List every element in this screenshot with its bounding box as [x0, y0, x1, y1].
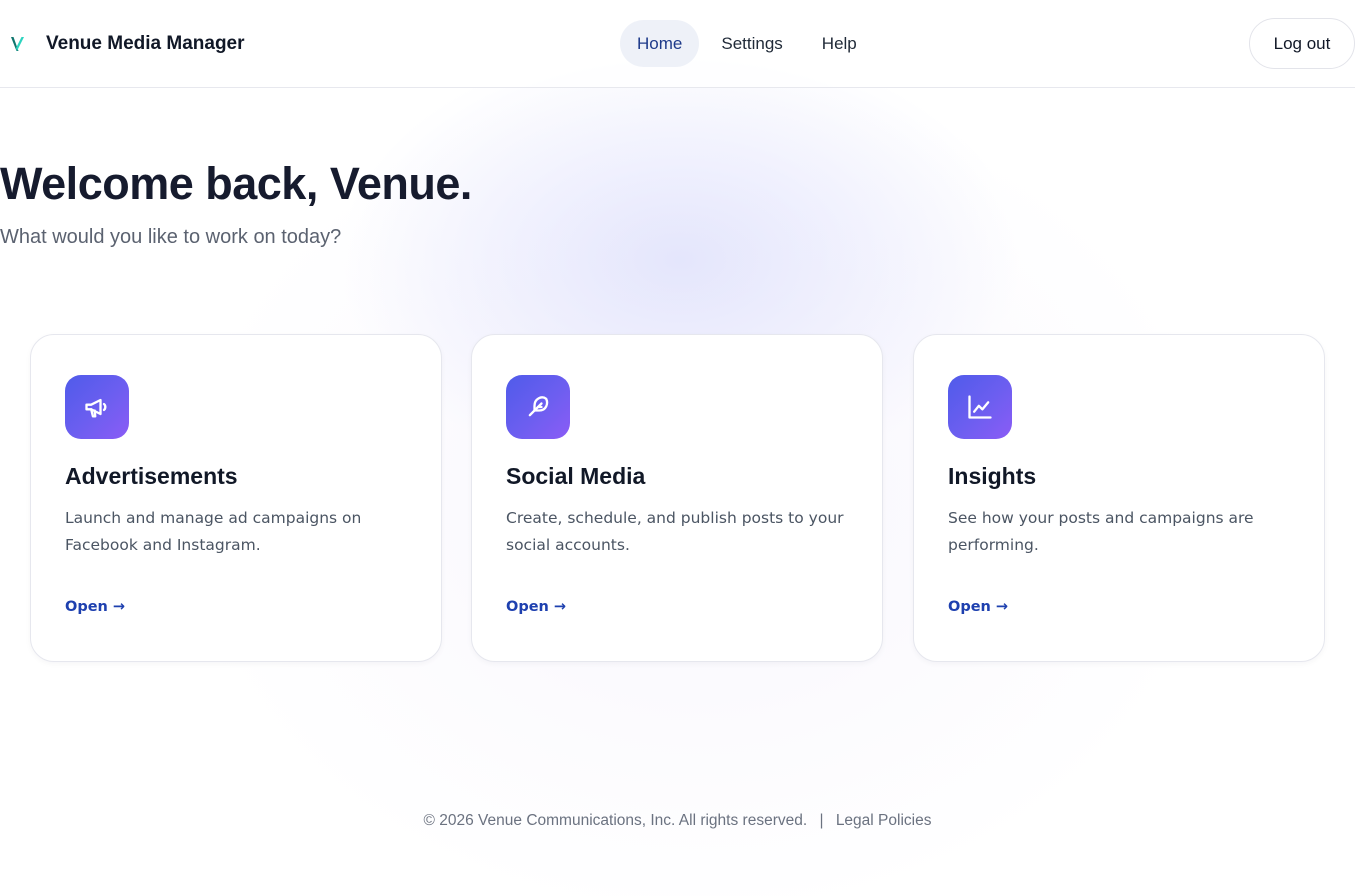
- nav-home[interactable]: Home: [620, 20, 700, 67]
- logout-button[interactable]: Log out: [1249, 18, 1355, 69]
- open-advertisements-link[interactable]: Open →: [65, 599, 125, 615]
- brand[interactable]: Venue Media Manager: [10, 30, 245, 58]
- advertisements-card[interactable]: Advertisements Launch and manage ad camp…: [30, 334, 442, 662]
- open-social-media-link[interactable]: Open →: [506, 599, 566, 615]
- top-bar: Venue Media Manager Home Settings Help L…: [0, 0, 1355, 88]
- insights-card[interactable]: Insights See how your posts and campaign…: [913, 334, 1325, 662]
- welcome-subtitle: What would you like to work on today?: [0, 226, 342, 248]
- social-media-card[interactable]: Social Media Create, schedule, and publi…: [471, 334, 883, 662]
- card-description: See how your posts and campaigns are per…: [948, 509, 1254, 554]
- line-chart-icon: [948, 375, 1012, 439]
- app-name: Venue Media Manager: [46, 33, 245, 54]
- footer: © 2026 Venue Communications, Inc. All ri…: [0, 812, 1355, 830]
- card-description: Launch and manage ad campaigns on Facebo…: [65, 509, 362, 554]
- card-title: Social Media: [506, 463, 646, 489]
- welcome-heading: Welcome back, Venue.: [0, 158, 472, 209]
- venue-logo-icon: [11, 37, 24, 51]
- copyright-text: © 2026 Venue Communications, Inc. All ri…: [423, 812, 808, 829]
- card-title: Advertisements: [65, 463, 238, 489]
- card-title: Insights: [948, 463, 1037, 489]
- main-nav: Home Settings Help: [620, 20, 879, 67]
- footer-separator: |: [819, 812, 824, 829]
- nav-settings[interactable]: Settings: [704, 20, 799, 67]
- nav-help[interactable]: Help: [805, 20, 874, 67]
- open-insights-link[interactable]: Open →: [948, 599, 1008, 615]
- feather-icon: [506, 375, 570, 439]
- megaphone-icon: [65, 375, 129, 439]
- legal-policies-link[interactable]: Legal Policies: [836, 812, 932, 829]
- card-description: Create, schedule, and publish posts to y…: [506, 509, 844, 554]
